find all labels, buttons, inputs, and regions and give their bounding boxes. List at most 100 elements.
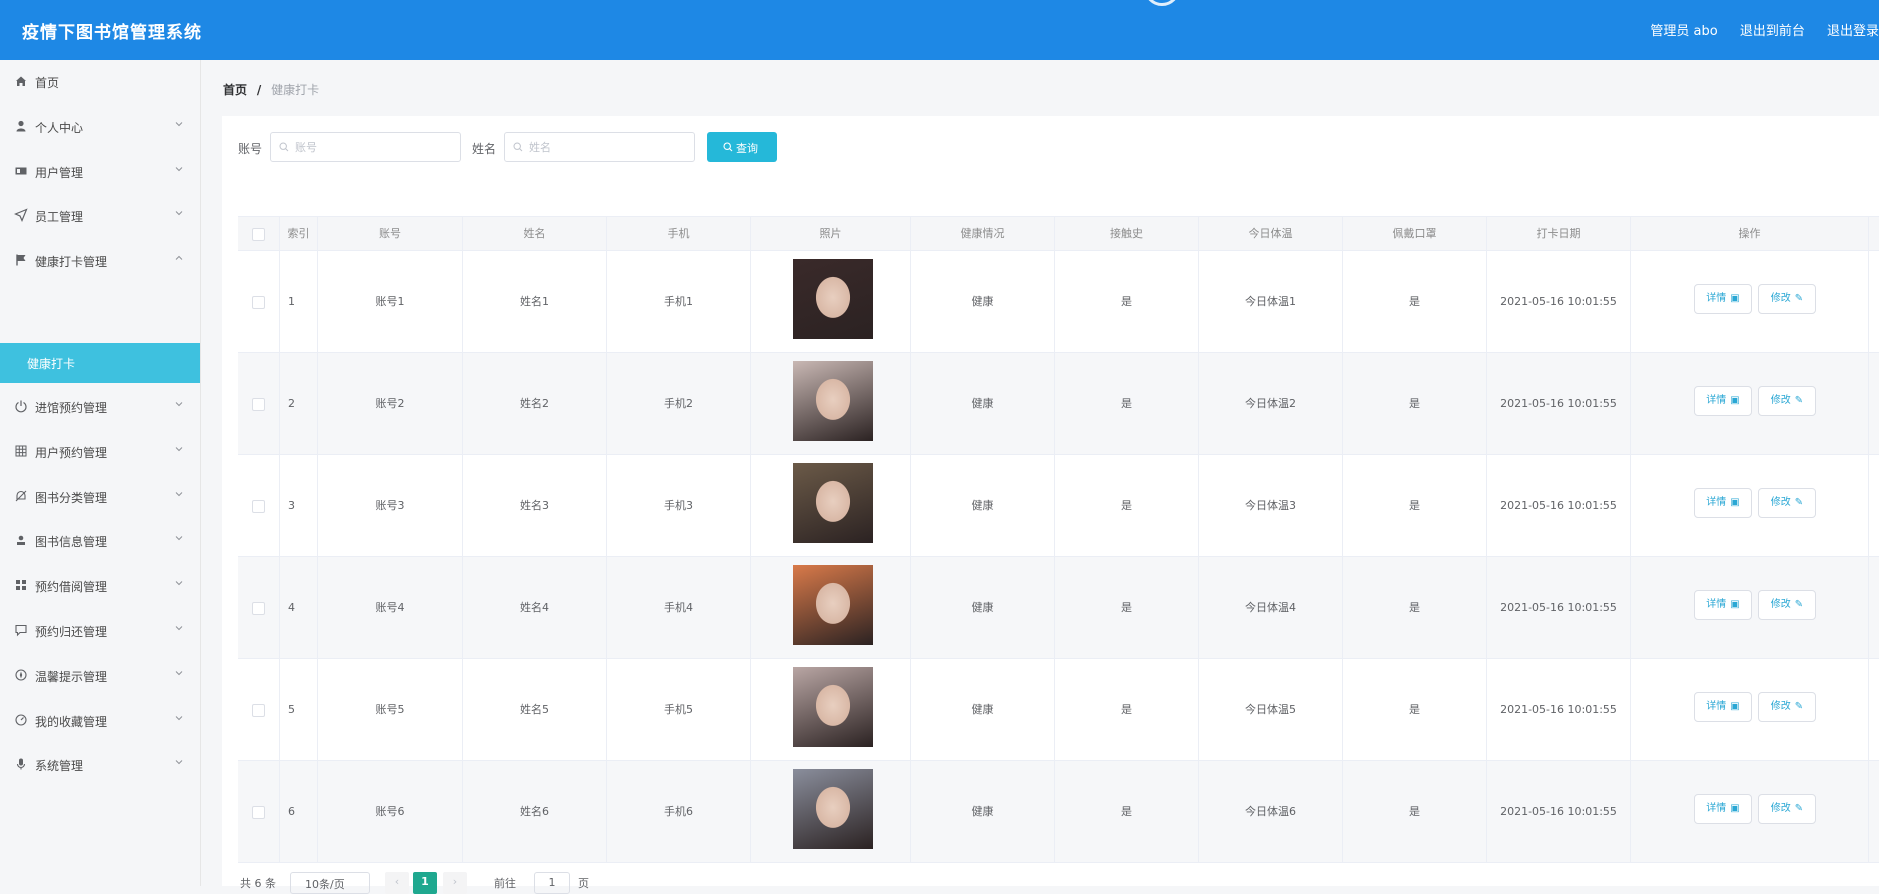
row-checkbox[interactable]	[252, 499, 265, 513]
gauge-icon	[15, 714, 27, 726]
sidebar-item-personal-center[interactable]: 个人中心	[0, 105, 200, 149]
edit-button[interactable]: 修改 ✎	[1758, 590, 1816, 620]
chevron-down-icon	[175, 581, 183, 586]
row-checkbox[interactable]	[252, 295, 265, 309]
chevron-down-icon	[175, 671, 183, 676]
detail-button[interactable]: 详情 ▣	[1694, 590, 1752, 620]
compass-icon	[15, 669, 27, 681]
table-row: 1 账号1 姓名1 手机1 健康是今日体温1 是 2021-05-16 10:01:55 详情…	[238, 251, 1879, 353]
select-all-cell	[238, 217, 280, 250]
sidebar-item-favorites[interactable]: 我的收藏管理	[0, 699, 200, 743]
detail-button[interactable]: 详情 ▣	[1694, 488, 1752, 518]
cell-date: 2021-05-16 10:01:55	[1487, 353, 1631, 454]
cell-temperature: 今日体温2	[1199, 353, 1343, 454]
edit-button-label: 修改	[1770, 395, 1791, 406]
logout-link[interactable]: 退出登录	[1827, 24, 1879, 39]
sidebar-item-system[interactable]: 系统管理	[0, 743, 200, 787]
select-all-checkbox[interactable]	[252, 227, 265, 241]
home-icon	[16, 76, 26, 86]
col-health: 健康情况	[911, 217, 1055, 250]
col-name: 姓名	[463, 217, 607, 250]
row-checkbox[interactable]	[252, 703, 265, 717]
cell-phone: 手机6	[607, 761, 751, 862]
sidebar-subitem-health-checkin[interactable]: 健康打卡	[0, 343, 200, 383]
query-button[interactable]: 查询	[707, 132, 777, 162]
cell-index: 4	[280, 557, 318, 658]
edit-button[interactable]: 修改 ✎	[1758, 794, 1816, 824]
table-row: 4 账号4 姓名4 手机4 健康是今日体温4 是 2021-05-16 10:01:55 详情…	[238, 557, 1879, 659]
edit-button[interactable]: 修改 ✎	[1758, 692, 1816, 722]
edit-button[interactable]: 修改 ✎	[1758, 488, 1816, 518]
cell-mask: 是	[1343, 251, 1487, 352]
sidebar-item-label: 图书分类管理	[35, 491, 108, 505]
document-icon: ▣	[1730, 395, 1740, 406]
row-checkbox[interactable]	[252, 397, 265, 411]
sidebar-item-tips[interactable]: 温馨提示管理	[0, 654, 200, 698]
cell-account: 账号5	[318, 659, 463, 760]
detail-button[interactable]: 详情 ▣	[1694, 794, 1752, 824]
sidebar-item-book-category[interactable]: 图书分类管理	[0, 475, 200, 519]
cell-phone: 手机4	[607, 557, 751, 658]
detail-button[interactable]: 详情 ▣	[1694, 692, 1752, 722]
sidebar-item-label: 我的收藏管理	[35, 715, 108, 729]
row-checkbox[interactable]	[252, 601, 265, 615]
document-icon: ▣	[1730, 497, 1740, 508]
detail-button-label: 详情	[1706, 599, 1727, 610]
row-checkbox[interactable]	[252, 805, 265, 819]
sidebar-item-label: 温馨提示管理	[35, 670, 108, 684]
col-mask: 佩戴口罩	[1343, 217, 1487, 250]
cell-account: 账号6	[318, 761, 463, 862]
cell-phone: 手机5	[607, 659, 751, 760]
sidebar-item-staff-management[interactable]: 员工管理	[0, 194, 200, 238]
cell-actions: 详情 ▣ 修改 ✎	[1631, 455, 1869, 556]
sidebar-item-borrow-booking[interactable]: 预约借阅管理	[0, 564, 200, 608]
name-search-field[interactable]	[504, 132, 695, 162]
query-button-label: 查询	[736, 142, 758, 155]
sidebar-item-user-booking[interactable]: 用户预约管理	[0, 430, 200, 474]
page-size-select[interactable]: 10条/页	[290, 872, 370, 894]
sidebar-item-home[interactable]: 首页	[0, 60, 200, 104]
col-photo: 照片	[751, 217, 911, 250]
col-phone: 手机	[607, 217, 751, 250]
edit-button[interactable]: 修改 ✎	[1758, 386, 1816, 416]
top-right-menu: 管理员 abo 退出到前台 退出登录	[1632, 20, 1879, 39]
sidebar-item-label: 进馆预约管理	[35, 401, 108, 415]
sidebar-item-label: 健康打卡管理	[35, 255, 108, 269]
name-input[interactable]	[527, 133, 691, 161]
send-icon	[14, 208, 28, 222]
sidebar-item-label: 系统管理	[35, 759, 84, 773]
cell-health: 健康	[911, 761, 1055, 862]
admin-user[interactable]: 管理员 abo	[1650, 24, 1717, 39]
edit-button-label: 修改	[1770, 497, 1791, 508]
chevron-down-icon	[175, 167, 183, 172]
cell-account: 账号4	[318, 557, 463, 658]
prev-page-button[interactable]: ‹	[385, 872, 409, 894]
table-header: 索引 账号 姓名 手机 照片 健康情况 接触史 今日体温 佩戴口罩 打卡日期 操…	[238, 216, 1879, 251]
edit-button-label: 修改	[1770, 803, 1791, 814]
detail-button[interactable]: 详情 ▣	[1694, 386, 1752, 416]
cell-photo	[751, 659, 911, 760]
detail-button[interactable]: 详情 ▣	[1694, 284, 1752, 314]
cell-name: 姓名2	[463, 353, 607, 454]
cell-actions: 详情 ▣ 修改 ✎	[1631, 659, 1869, 760]
account-input[interactable]	[293, 133, 457, 161]
edit-button[interactable]: 修改 ✎	[1758, 284, 1816, 314]
pagination: 共 6 条 10条/页 ‹ 1 › 前往 1 页	[238, 872, 938, 894]
next-page-button[interactable]: ›	[443, 872, 467, 894]
sidebar-item-return-booking[interactable]: 预约归还管理	[0, 609, 200, 653]
sidebar-item-book-info[interactable]: 图书信息管理	[0, 519, 200, 563]
back-to-front-link[interactable]: 退出到前台	[1740, 24, 1805, 39]
page-number-current[interactable]: 1	[413, 872, 437, 894]
account-search-field[interactable]	[270, 132, 461, 162]
sidebar-item-health-checkin[interactable]: 健康打卡管理	[0, 239, 200, 283]
breadcrumb-current: 健康打卡	[271, 83, 320, 97]
chevron-down-icon	[175, 447, 183, 452]
goto-page-input[interactable]: 1	[534, 872, 570, 894]
pencil-icon: ✎	[1794, 803, 1804, 814]
sidebar-item-entry-booking[interactable]: 进馆预约管理	[0, 385, 200, 429]
cell-name: 姓名4	[463, 557, 607, 658]
breadcrumb-home[interactable]: 首页	[223, 83, 247, 97]
cell-select	[238, 353, 280, 454]
cell-photo	[751, 353, 911, 454]
sidebar-item-user-management[interactable]: 用户管理	[0, 150, 200, 194]
